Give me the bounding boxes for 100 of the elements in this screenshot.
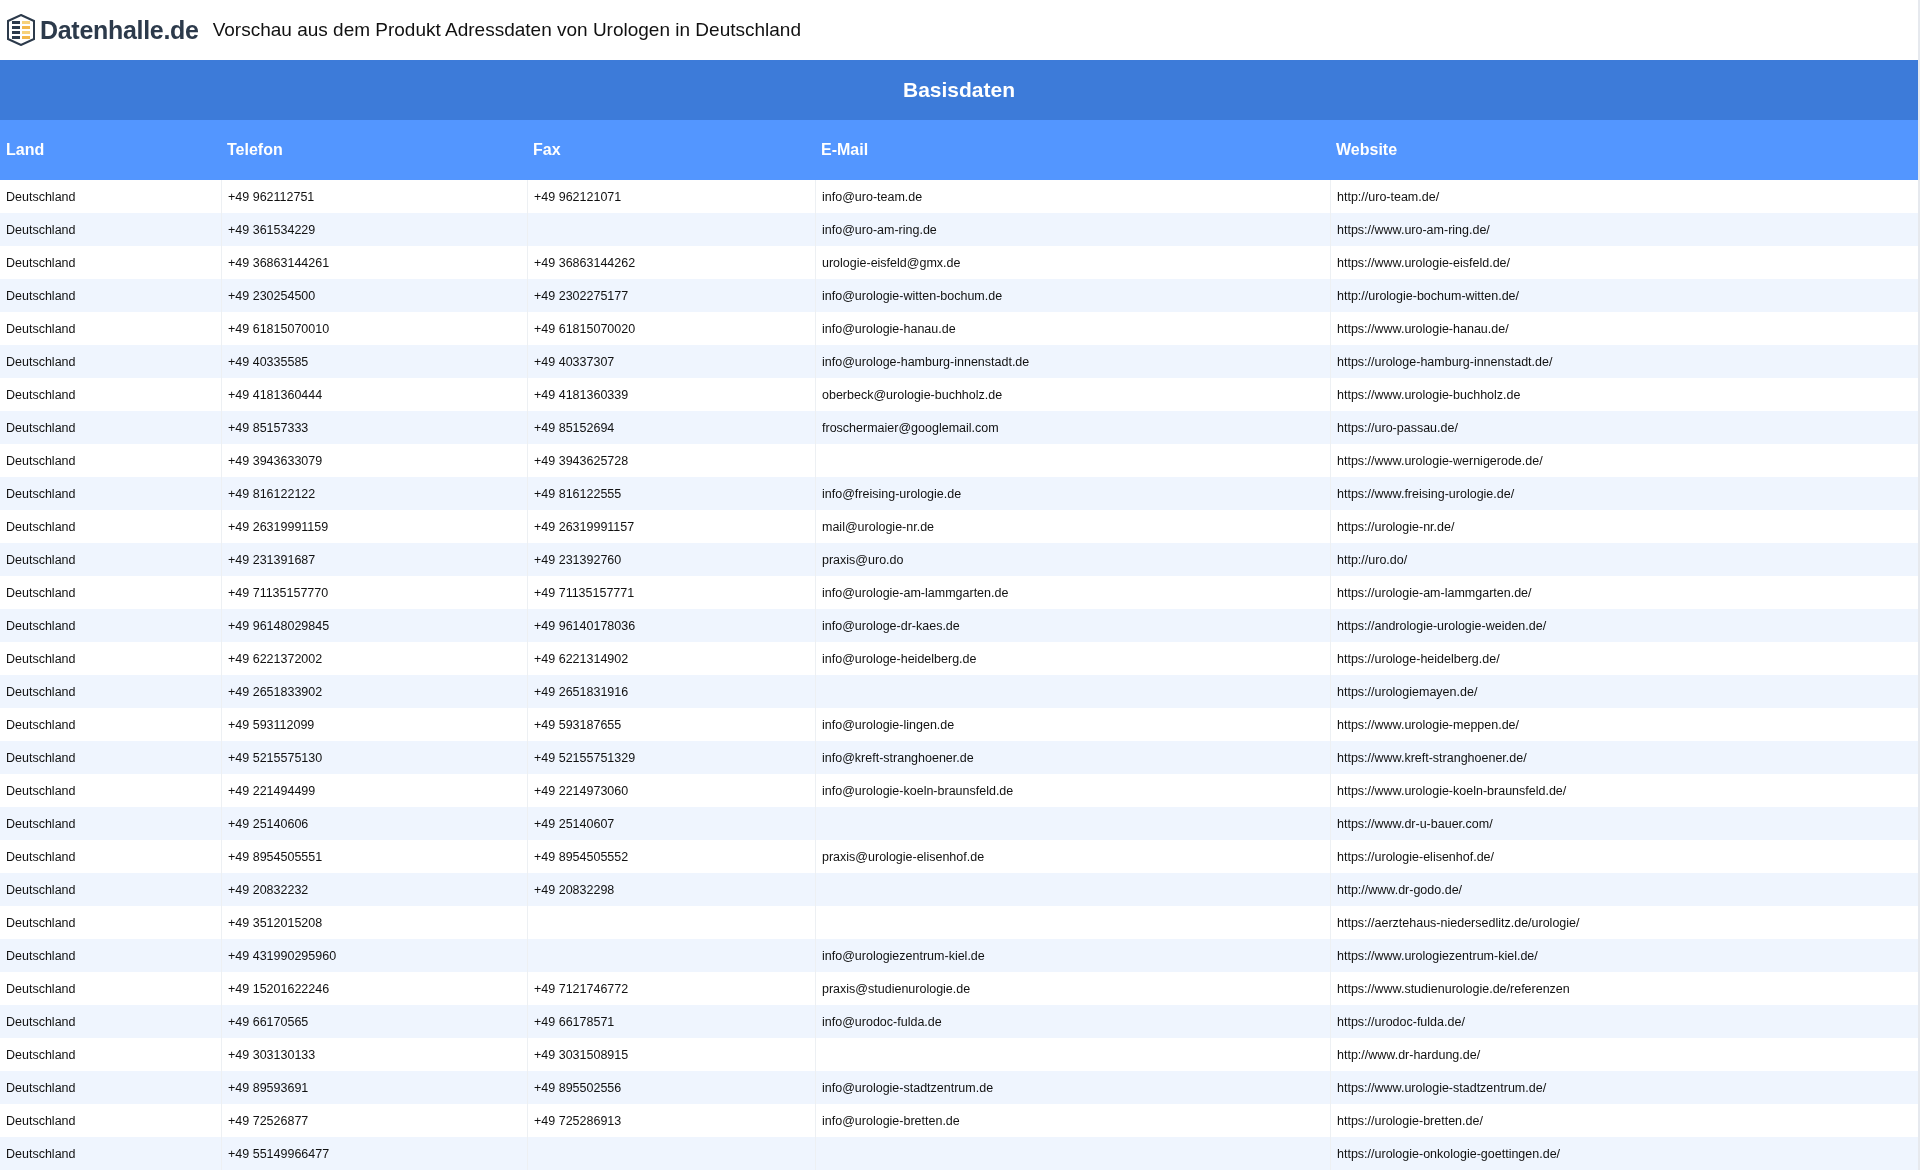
table-cell: praxis@studienurologie.de: [822, 981, 971, 996]
table-cell: praxis@urologie-elisenhof.de: [822, 849, 985, 864]
table-cell: https://www.urologie-eisfeld.de/: [1337, 255, 1510, 270]
table-cell: http://www.dr-godo.de/: [1337, 882, 1463, 897]
table-cell: +49 52155751329: [534, 750, 636, 765]
table-cell: +49 26319991159: [228, 519, 329, 534]
table-cell: +49 2651831916: [534, 684, 629, 699]
table-cell: https://urologie-am-lammgarten.de/: [1337, 585, 1532, 600]
table-cell: +49 231392760: [534, 552, 622, 567]
table-cell: Deutschland: [6, 222, 76, 237]
table-cell: +49 71135157770: [228, 585, 329, 600]
table-cell: +49 231391687: [228, 552, 316, 567]
table-cell: +49 36863144262: [534, 255, 636, 270]
table-cell: +49 15201622246: [228, 981, 330, 996]
table-cell: +49 72526877: [228, 1113, 309, 1128]
table-cell: +49 7121746772: [534, 981, 629, 996]
table-cell: info@urologie-koeln-braunsfeld.de: [822, 783, 1014, 798]
table-cell: Deutschland: [6, 915, 76, 930]
table-cell: https://urologe-heidelberg.de/: [1337, 651, 1500, 666]
table-cell: https://www.dr-u-bauer.com/: [1337, 816, 1493, 831]
table-cell: +49 3512015208: [228, 915, 323, 930]
table-cell: info@urodoc-fulda.de: [822, 1014, 942, 1029]
table-cell: +49 4181360339: [534, 387, 629, 402]
table-cell: info@urologie-bretten.de: [822, 1113, 960, 1128]
table-cell: http://uro-team.de/: [1337, 189, 1440, 204]
table-cell: Deutschland: [6, 1014, 76, 1029]
table-cell: Deutschland: [6, 354, 76, 369]
table-cell: https://urologiemayen.de/: [1337, 684, 1478, 699]
table-cell: Deutschland: [6, 783, 76, 798]
table-cell: info@urologie-am-lammgarten.de: [822, 585, 1009, 600]
table-cell: http://uro.do/: [1337, 552, 1408, 567]
section-title: Basisdaten: [902, 78, 1015, 102]
table-cell: https://www.uro-am-ring.de/: [1337, 222, 1490, 237]
column-header: Telefon: [226, 141, 283, 159]
table-cell: +49 36863144261: [228, 255, 330, 270]
table-cell: https://www.freising-urologie.de/: [1337, 486, 1515, 501]
table-cell: +49 66170565: [228, 1014, 309, 1029]
table-cell: +49 40337307: [534, 354, 615, 369]
table-cell: +49 96140178036: [534, 618, 636, 633]
table-cell: +49 3031508915: [534, 1047, 629, 1062]
table-cell: https://urologie-bretten.de/: [1337, 1113, 1483, 1128]
table-cell: https://uro-passau.de/: [1337, 420, 1458, 435]
table-cell: https://urodoc-fulda.de/: [1337, 1014, 1465, 1029]
table-cell: Deutschland: [6, 321, 76, 336]
table-cell: Deutschland: [6, 189, 76, 204]
table-cell: +49 361534229: [228, 222, 316, 237]
table-cell: +49 593112099: [228, 717, 315, 732]
table-cell: https://urologie-onkologie-goettingen.de/: [1337, 1146, 1561, 1161]
table-cell: +49 6221314902: [534, 651, 629, 666]
table-cell: Deutschland: [6, 948, 76, 963]
table-cell: +49 55149966477: [228, 1146, 330, 1161]
table-cell: +49 66178571: [534, 1014, 615, 1029]
table-cell: https://www.urologie-wernigerode.de/: [1337, 453, 1543, 468]
logo-text: Datenhalle.de: [40, 15, 199, 45]
table-cell: +49 816122122: [228, 486, 316, 501]
table-cell: info@urologie-lingen.de: [822, 717, 955, 732]
table-cell: Deutschland: [6, 552, 76, 567]
table-cell: oberbeck@urologie-buchholz.de: [822, 387, 1003, 402]
server-stack-icon: [6, 14, 36, 46]
table-cell: +49 593187655: [534, 717, 622, 732]
column-header: Land: [5, 141, 45, 159]
table-cell: https://urologie-elisenhof.de/: [1337, 849, 1495, 864]
table-cell: Deutschland: [6, 519, 76, 534]
table-cell: https://www.urologie-meppen.de/: [1337, 717, 1520, 732]
table-cell: Deutschland: [6, 486, 76, 501]
table-cell: info@urologe-dr-kaes.de: [822, 618, 960, 633]
table-cell: +49 40335585: [228, 354, 309, 369]
column-header: E-Mail: [820, 141, 869, 159]
table-cell: https://www.urologiezentrum-kiel.de/: [1337, 948, 1538, 963]
table-cell: https://www.urologie-hanau.de/: [1337, 321, 1509, 336]
table-cell: http://www.dr-hardung.de/: [1337, 1047, 1481, 1062]
table-cell: info@kreft-stranghoener.de: [822, 750, 974, 765]
table-cell: +49 3943633079: [228, 453, 323, 468]
table-cell: Deutschland: [6, 882, 76, 897]
table-cell: +49 895502556: [534, 1080, 622, 1095]
table-cell: +49 3943625728: [534, 453, 629, 468]
table-cell: +49 20832298: [534, 882, 615, 897]
page-title: Vorschau aus dem Produkt Adressdaten von Urologen in Deutschland: [212, 19, 801, 41]
table-cell: +49 962121071: [534, 189, 622, 204]
table-cell: +49 962112751: [228, 189, 315, 204]
table-cell: http://urologie-bochum-witten.de/: [1337, 288, 1520, 303]
table-cell: https://www.studienurologie.de/referenzen: [1337, 981, 1570, 996]
table-cell: https://andrologie-urologie-weiden.de/: [1337, 618, 1547, 633]
table-cell: +49 8954505551: [228, 849, 323, 864]
table-cell: +49 61815070020: [534, 321, 636, 336]
table-cell: Deutschland: [6, 387, 76, 402]
table-cell: info@urologe-hamburg-innenstadt.de: [822, 354, 1030, 369]
table-cell: +49 8954505552: [534, 849, 629, 864]
table-cell: +49 5215575130: [228, 750, 323, 765]
table-cell: Deutschland: [6, 1047, 76, 1062]
table-cell: +49 25140607: [534, 816, 615, 831]
table-cell: +49 2302275177: [534, 288, 629, 303]
table-cell: +49 85157333: [228, 420, 309, 435]
table-cell: Deutschland: [6, 255, 76, 270]
table-cell: https://aerztehaus-niedersedlitz.de/urologie/: [1337, 915, 1580, 930]
table-cell: +49 4181360444: [228, 387, 323, 402]
table-cell: Deutschland: [6, 1080, 76, 1095]
table-cell: Deutschland: [6, 684, 76, 699]
table-cell: +49 6221372002: [228, 651, 323, 666]
table-cell: Deutschland: [6, 618, 76, 633]
